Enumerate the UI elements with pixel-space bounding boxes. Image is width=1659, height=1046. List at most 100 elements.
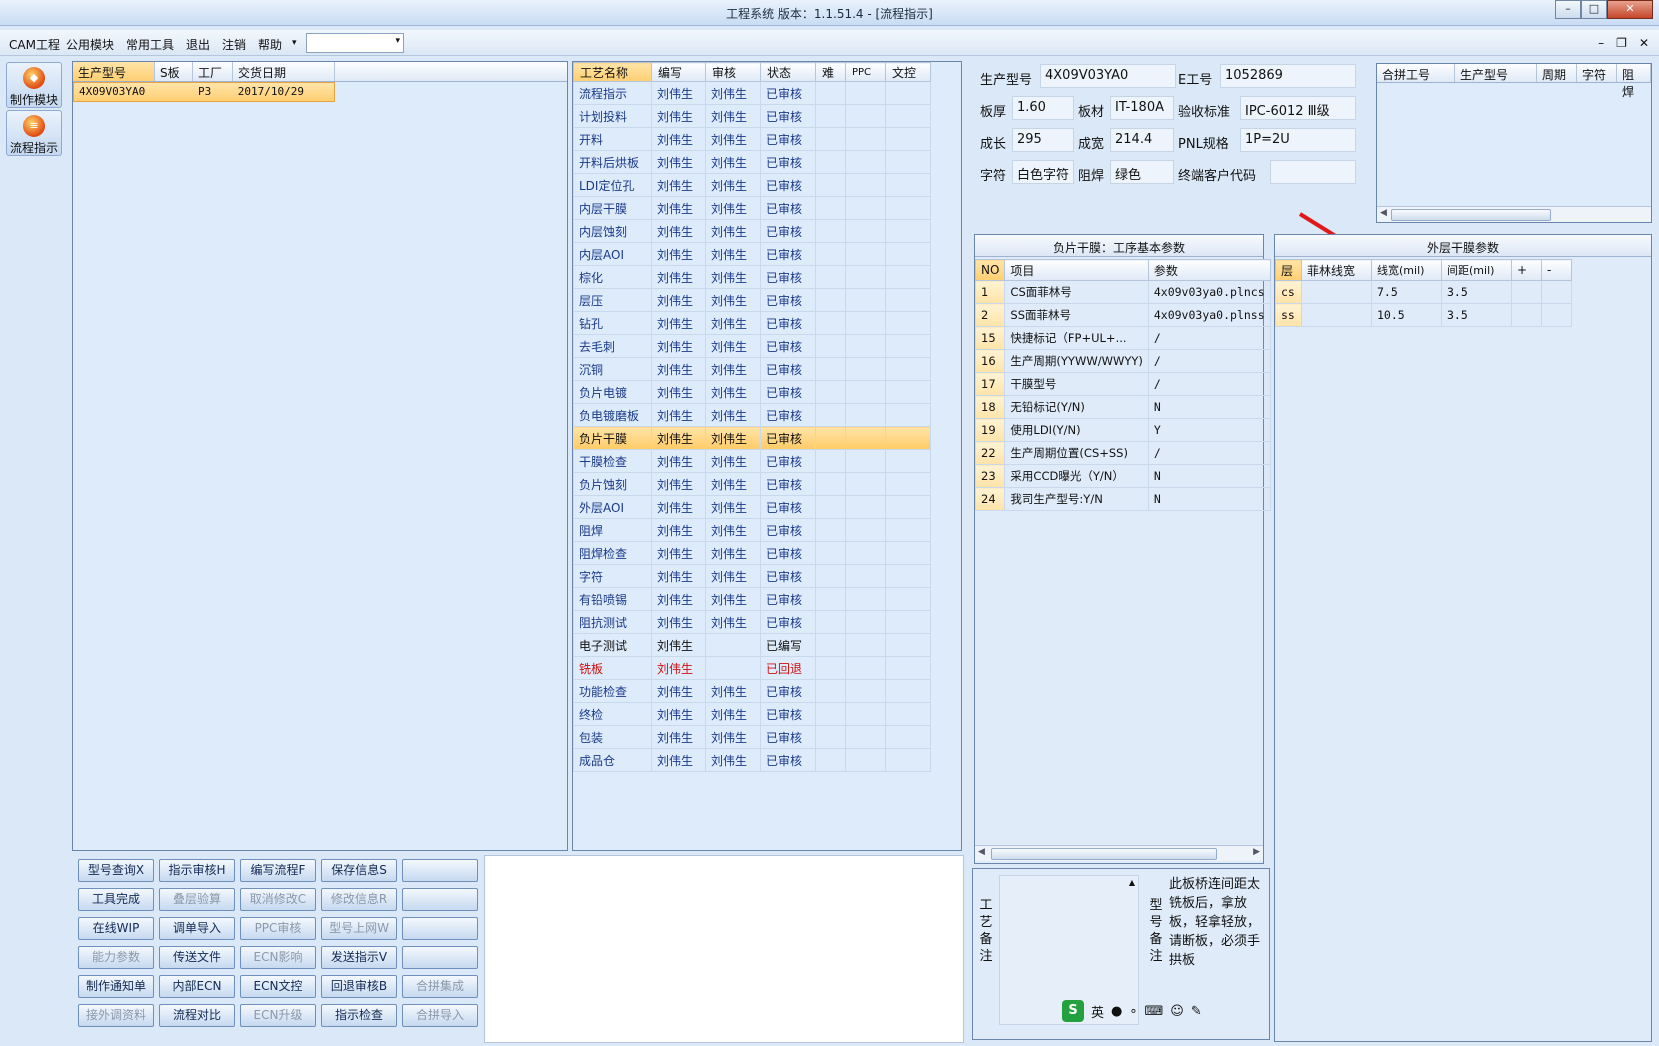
action-button[interactable]: [402, 917, 478, 940]
mdi-restore-icon[interactable]: ❐: [1616, 36, 1627, 50]
table-row[interactable]: 内层蚀刻 刘伟生 刘伟生 已审核: [573, 219, 931, 243]
action-button[interactable]: 叠层验算: [159, 888, 235, 911]
action-button[interactable]: 合拼导入: [402, 1004, 478, 1027]
param-row[interactable]: 16 生产周期(YYWW/WWYY) /: [974, 349, 1271, 373]
table-row[interactable]: 内层干膜 刘伟生 刘伟生 已审核: [573, 196, 931, 220]
maximize-icon[interactable]: □: [1581, 0, 1607, 19]
param-row[interactable]: 23 采用CCD曝光（Y/N） N: [974, 464, 1271, 488]
param-row[interactable]: 22 生产周期位置(CS+SS) /: [974, 441, 1271, 465]
action-button[interactable]: 合拼集成: [402, 975, 478, 998]
table-row[interactable]: 沉铜 刘伟生 刘伟生 已审核: [573, 357, 931, 381]
mask-field[interactable]: 绿色: [1110, 160, 1174, 184]
action-button[interactable]: PPC审核: [240, 917, 316, 940]
scroll-left-icon[interactable]: ◀: [978, 847, 985, 857]
col-writer[interactable]: 编写: [651, 62, 706, 82]
scroll-left-icon[interactable]: ◀: [1380, 208, 1387, 218]
table-row[interactable]: 负电镀磨板 刘伟生 刘伟生 已审核: [573, 403, 931, 427]
table-row[interactable]: 负片蚀刻 刘伟生 刘伟生 已审核: [573, 472, 931, 496]
col-ppc[interactable]: PPC: [845, 62, 886, 82]
col-delivery-date[interactable]: 交货日期: [233, 62, 335, 81]
action-button[interactable]: 型号查询X: [78, 859, 154, 882]
table-row[interactable]: 流程指示 刘伟生 刘伟生 已审核: [573, 81, 931, 105]
action-button[interactable]: 传送文件: [159, 946, 235, 969]
action-button[interactable]: [402, 946, 478, 969]
action-button[interactable]: 制作通知单: [78, 975, 154, 998]
table-row[interactable]: 包装 刘伟生 刘伟生 已审核: [573, 725, 931, 749]
menu-common-module[interactable]: 公用模块: [66, 36, 114, 53]
col-s-board[interactable]: S板: [155, 62, 193, 81]
col-merge-no[interactable]: 合拼工号: [1377, 64, 1455, 82]
action-button[interactable]: 指示检查: [321, 1004, 397, 1027]
scroll-thumb[interactable]: [991, 848, 1217, 860]
action-button[interactable]: 工具完成: [78, 888, 154, 911]
thickness-field[interactable]: 1.60: [1012, 96, 1074, 120]
param-row[interactable]: 24 我司生产型号:Y/N N: [974, 487, 1271, 511]
table-row[interactable]: 负片电镀 刘伟生 刘伟生 已审核: [573, 380, 931, 404]
user-icon[interactable]: ☺: [1170, 1004, 1184, 1019]
menu-help-arrow-icon[interactable]: ▾: [292, 38, 297, 48]
col-param[interactable]: 参数: [1147, 259, 1271, 281]
ime-logo[interactable]: S: [1062, 1000, 1084, 1022]
minimize-icon[interactable]: –: [1555, 0, 1581, 19]
table-row[interactable]: 开料后烘板 刘伟生 刘伟生 已审核: [573, 150, 931, 174]
action-button[interactable]: 流程对比: [159, 1004, 235, 1027]
col-item[interactable]: 项目: [1004, 259, 1149, 281]
col-layer[interactable]: 层: [1275, 259, 1302, 281]
scroll-right-icon[interactable]: ▶: [1253, 847, 1260, 857]
neg-film-hscrollbar[interactable]: ◀ ▶: [975, 845, 1263, 861]
table-row[interactable]: 铣板 刘伟生 已回退: [573, 656, 931, 680]
table-row[interactable]: 电子测试 刘伟生 已编写: [573, 633, 931, 657]
col-reviewer[interactable]: 审核: [705, 62, 761, 82]
table-row[interactable]: 阻焊 刘伟生 刘伟生 已审核: [573, 518, 931, 542]
col-difficulty[interactable]: 难: [815, 62, 846, 82]
action-button[interactable]: 型号上网W: [321, 917, 397, 940]
model-field[interactable]: 4X09V03YA0: [1040, 64, 1176, 88]
menu-logout[interactable]: 注销: [222, 36, 246, 53]
table-row[interactable]: 成品仓 刘伟生 刘伟生 已审核: [573, 748, 931, 772]
action-button[interactable]: 编写流程F: [240, 859, 316, 882]
action-button[interactable]: 能力参数: [78, 946, 154, 969]
action-button[interactable]: 保存信息S: [321, 859, 397, 882]
table-row[interactable]: 干膜检查 刘伟生 刘伟生 已审核: [573, 449, 931, 473]
model-remark-text[interactable]: 此板桥连间距太铣板后，拿放板，轻拿轻放，请断板，必须手拱板: [1169, 875, 1267, 985]
table-row[interactable]: 开料 刘伟生 刘伟生 已审核: [573, 127, 931, 151]
keyboard-icon[interactable]: ⌨: [1145, 1004, 1164, 1019]
col-model[interactable]: 生产型号: [73, 62, 155, 81]
action-button[interactable]: 修改信息R: [321, 888, 397, 911]
table-row[interactable]: LDI定位孔 刘伟生 刘伟生 已审核: [573, 173, 931, 197]
scroll-thumb[interactable]: [1391, 209, 1551, 221]
table-row[interactable]: 棕化 刘伟生 刘伟生 已审核: [573, 265, 931, 289]
action-button[interactable]: ECN升级: [240, 1004, 316, 1027]
mdi-minimize-icon[interactable]: –: [1598, 36, 1604, 50]
ime-mode-icon[interactable]: ∘: [1129, 1004, 1137, 1019]
action-button[interactable]: ECN影响: [240, 946, 316, 969]
col-minus[interactable]: -: [1541, 259, 1572, 281]
flow-indicator-button[interactable]: ≡ 流程指示: [6, 110, 62, 156]
action-button[interactable]: [402, 888, 478, 911]
table-row[interactable]: 有铅喷锡 刘伟生 刘伟生 已审核: [573, 587, 931, 611]
col-merge-model[interactable]: 生产型号: [1455, 64, 1537, 82]
menu-exit[interactable]: 退出: [186, 36, 210, 53]
action-button[interactable]: 发送指示V: [321, 946, 397, 969]
width-field[interactable]: 214.4: [1110, 128, 1174, 152]
col-merge-mask[interactable]: 阻焊: [1617, 64, 1651, 99]
param-row[interactable]: 1 CS面菲林号 4x09v03ya0.plncs: [974, 280, 1271, 304]
table-row[interactable]: 阻焊检查 刘伟生 刘伟生 已审核: [573, 541, 931, 565]
action-button[interactable]: [402, 859, 478, 882]
action-button[interactable]: 取消修改C: [240, 888, 316, 911]
param-row[interactable]: 19 使用LDI(Y/N) Y: [974, 418, 1271, 442]
table-row[interactable]: 内层AOI 刘伟生 刘伟生 已审核: [573, 242, 931, 266]
action-button[interactable]: 内部ECN: [159, 975, 235, 998]
mdi-close-icon[interactable]: ✕: [1639, 36, 1649, 50]
table-row[interactable]: 计划投料 刘伟生 刘伟生 已审核: [573, 104, 931, 128]
col-film-line-width[interactable]: 菲林线宽: [1301, 259, 1372, 281]
table-row[interactable]: 去毛刺 刘伟生 刘伟生 已审核: [573, 334, 931, 358]
pnl-field[interactable]: 1P=2U: [1240, 128, 1356, 152]
action-button[interactable]: ECN文控: [240, 975, 316, 998]
close-icon[interactable]: ✕: [1607, 0, 1653, 19]
scroll-up-icon[interactable]: ▲: [1129, 878, 1135, 887]
table-row[interactable]: 4X09V03YA0 P3 2017/10/29: [73, 82, 335, 102]
action-button[interactable]: 接外调资料: [78, 1004, 154, 1027]
char-field[interactable]: 白色字符: [1012, 160, 1074, 184]
e-number-field[interactable]: 1052869: [1220, 64, 1356, 88]
